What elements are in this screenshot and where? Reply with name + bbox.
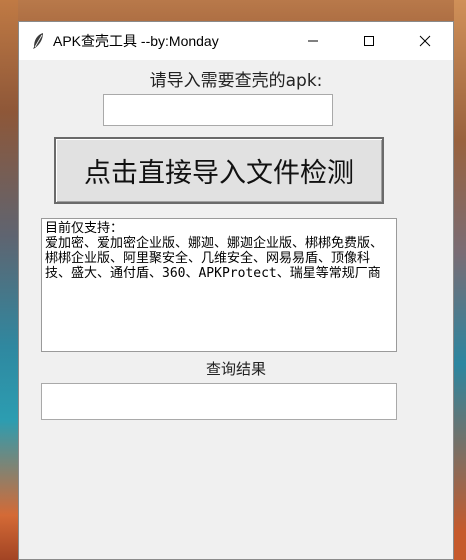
window-title: APK查壳工具 --by:Monday [53, 33, 219, 49]
maximize-button[interactable] [341, 22, 397, 60]
minimize-button[interactable] [285, 22, 341, 60]
desktop-wallpaper-right [454, 0, 466, 560]
result-output-field[interactable] [41, 383, 397, 420]
maximize-icon [364, 36, 374, 46]
minimize-icon [308, 40, 318, 42]
desktop-wallpaper-left [0, 0, 18, 560]
apk-path-input[interactable] [103, 94, 333, 126]
result-label: 查询结果 [205, 360, 266, 378]
app-window: APK查壳工具 --by:Monday 请导入需要查壳的apk: 点击直接导入文… [18, 21, 454, 560]
window-controls [285, 22, 453, 60]
apk-prompt-label: 请导入需要查壳的apk: [149, 71, 323, 91]
support-info-textbox[interactable]: 目前仅支持： 爱加密、爱加密企业版、娜迦、娜迦企业版、梆梆免费版、梆梆企业版、阿… [41, 218, 397, 352]
close-button[interactable] [397, 22, 453, 60]
title-bar[interactable]: APK查壳工具 --by:Monday [19, 22, 453, 60]
feather-icon [29, 32, 47, 50]
close-icon [419, 35, 431, 47]
import-file-button[interactable]: 点击直接导入文件检测 [54, 137, 384, 204]
